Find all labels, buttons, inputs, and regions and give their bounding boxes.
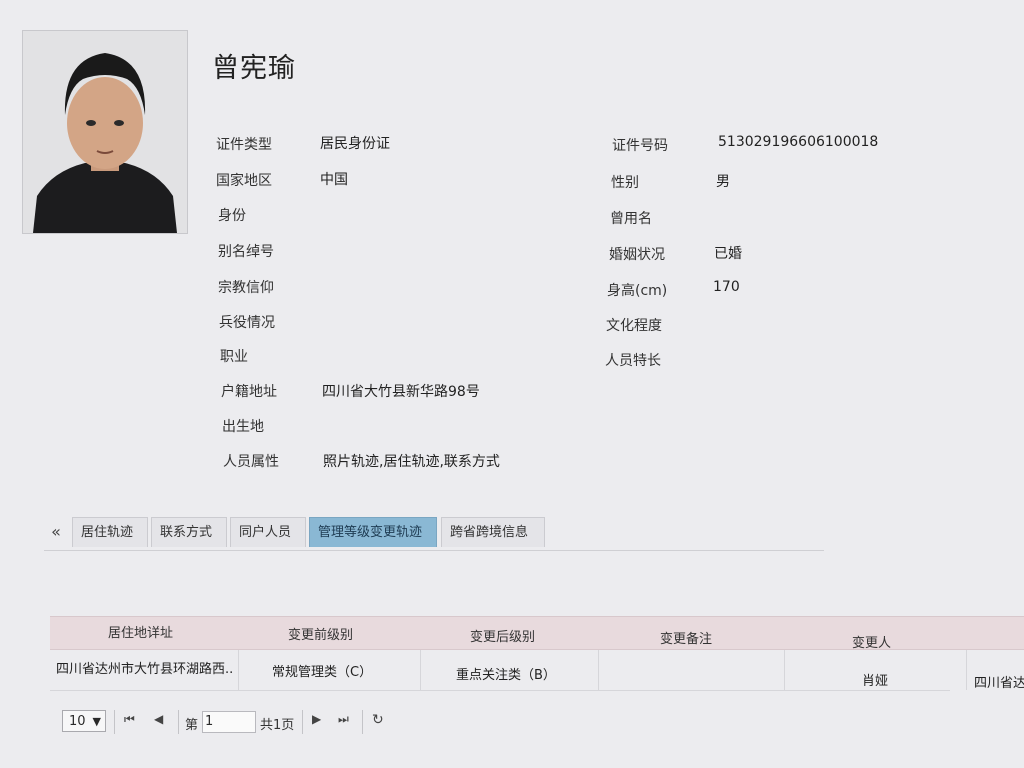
label-religion: 宗教信仰: [218, 280, 274, 296]
column-header-level-after[interactable]: 变更后级别: [470, 626, 535, 645]
value-gender: 男: [716, 174, 730, 190]
value-height: 170: [713, 279, 740, 295]
column-header-changed-by[interactable]: 变更人: [852, 632, 891, 651]
next-page-icon[interactable]: ▶: [312, 712, 321, 726]
label-gender: 性别: [611, 175, 639, 191]
label-military: 兵役情况: [219, 315, 275, 331]
page-size-select[interactable]: 10 ▼: [62, 710, 106, 732]
value-id-type: 居民身份证: [320, 136, 390, 152]
label-education: 文化程度: [606, 318, 662, 334]
label-birthplace: 出生地: [222, 419, 264, 435]
chevron-down-icon: ▼: [92, 715, 101, 728]
tab-residence-track[interactable]: 居住轨迹: [72, 517, 148, 547]
value-marital-status: 已婚: [714, 246, 742, 262]
person-photo: [22, 30, 188, 234]
cell-level-after: 重点关注类（B）: [456, 668, 556, 683]
person-detail-page: 曾宪瑜 证件类型 居民身份证 国家地区 中国 身份 别名绰号 宗教信仰 兵役情况…: [0, 0, 1024, 768]
label-occupation: 职业: [220, 349, 248, 365]
refresh-icon[interactable]: ↻: [372, 712, 384, 728]
tab-underline: [44, 550, 824, 551]
tab-cross-province-info[interactable]: 跨省跨境信息: [441, 517, 545, 547]
tab-contact-info[interactable]: 联系方式: [151, 517, 227, 547]
column-header-remarks[interactable]: 变更备注: [660, 628, 712, 647]
tab-scroll-left-button[interactable]: «: [44, 520, 68, 546]
label-former-name: 曾用名: [610, 211, 652, 227]
label-person-attributes: 人员属性: [223, 454, 279, 470]
last-page-icon[interactable]: ⏭: [338, 712, 349, 727]
label-alias: 别名绰号: [218, 244, 274, 260]
label-height: 身高(cm): [607, 283, 668, 299]
label-household-address: 户籍地址: [221, 384, 277, 400]
cell-address: 四川省达州市大竹县环湖路西...: [56, 662, 234, 677]
column-header-level-before[interactable]: 变更前级别: [288, 624, 353, 643]
pager-divider: [302, 710, 303, 734]
value-id-number: 513029196606100018: [718, 134, 879, 150]
page-number-input[interactable]: 1: [202, 711, 256, 733]
pager-divider: [178, 710, 179, 734]
first-page-icon[interactable]: ⏮: [124, 712, 135, 727]
cell-level-before: 常规管理类（C）: [272, 665, 373, 680]
row-divider: [50, 690, 950, 691]
total-pages: 共1页: [260, 718, 295, 733]
label-identity: 身份: [218, 208, 246, 224]
prev-page-icon[interactable]: ◀: [154, 712, 163, 726]
cell-changed-by: 肖娅: [862, 674, 889, 689]
column-divider: [966, 650, 967, 690]
page-prefix: 第: [185, 718, 199, 733]
pager-divider: [114, 710, 115, 734]
value-country: 中国: [320, 172, 348, 188]
column-header-address[interactable]: 居住地详址: [108, 622, 173, 641]
label-id-number: 证件号码: [612, 138, 668, 154]
column-divider: [238, 650, 239, 690]
tab-household-members[interactable]: 同户人员: [230, 517, 306, 547]
pager-divider: [362, 710, 363, 734]
column-divider: [598, 650, 599, 690]
page-size-value: 10: [69, 714, 86, 729]
value-household-address: 四川省大竹县新华路98号: [322, 384, 480, 400]
label-marital-status: 婚姻状况: [609, 247, 665, 263]
label-specialty: 人员特长: [605, 353, 661, 369]
label-country: 国家地区: [216, 173, 272, 189]
column-divider: [420, 650, 421, 690]
column-divider: [784, 650, 785, 690]
person-name: 曾宪瑜: [212, 53, 296, 84]
cell-overflow: 四川省达: [974, 676, 1024, 691]
value-person-attributes: 照片轨迹,居住轨迹,联系方式: [323, 454, 500, 470]
label-id-type: 证件类型: [216, 137, 272, 153]
tab-management-level-changes[interactable]: 管理等级变更轨迹: [309, 517, 437, 547]
